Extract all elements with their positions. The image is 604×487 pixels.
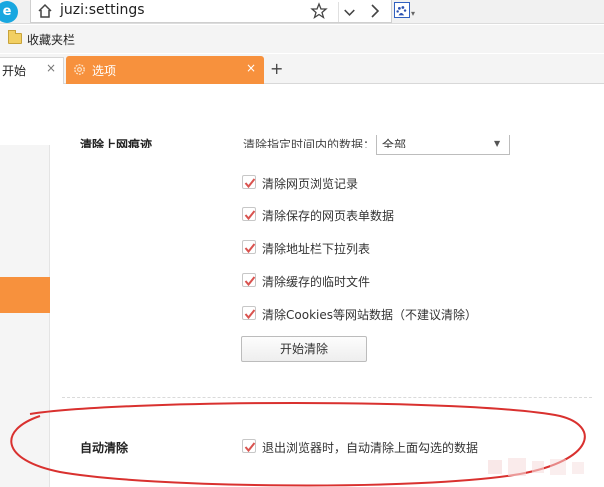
checkbox-form-data[interactable] [242, 207, 256, 221]
option-label: 清除网页浏览记录 [262, 177, 359, 191]
settings-sidebar [0, 145, 50, 487]
start-clear-button[interactable]: 开始清除 [241, 336, 367, 362]
watermark [488, 458, 584, 476]
checkmark-icon [244, 178, 256, 189]
tab-start-close-icon[interactable]: × [46, 61, 56, 75]
section-title-clear-history: 清除上网痕迹 [80, 138, 153, 148]
checkmark-icon [244, 210, 256, 221]
search-engine-icon[interactable] [394, 2, 410, 18]
checkbox-cookies[interactable] [242, 306, 256, 320]
checkbox-auto-clear-on-exit[interactable] [242, 439, 256, 453]
address-text[interactable]: juzi:settings [60, 2, 145, 18]
star-icon[interactable] [310, 2, 328, 20]
new-tab-button[interactable]: + [270, 59, 283, 78]
time-range-value[interactable]: 全部 [382, 137, 406, 148]
sidebar-item-active[interactable] [0, 277, 50, 313]
option-label: 清除地址栏下拉列表 [262, 242, 371, 256]
chevron-down-icon[interactable]: ▼ [494, 139, 500, 148]
checkmark-icon [244, 276, 256, 287]
checkmark-icon [244, 442, 256, 453]
section-title-auto-clear: 自动清除 [80, 441, 129, 455]
checkmark-icon [244, 243, 256, 254]
gear-icon [74, 64, 85, 75]
forward-icon[interactable] [366, 2, 384, 20]
home-icon[interactable] [36, 2, 54, 20]
checkbox-browsing-history[interactable] [242, 175, 256, 189]
time-range-label: 清除指定时间内的数据： [243, 138, 376, 148]
bookmark-favorites-bar[interactable]: 收藏夹栏 [27, 31, 75, 48]
option-label: 清除保存的网页表单数据 [262, 209, 395, 223]
checkmark-icon [244, 309, 256, 320]
section-divider [62, 397, 592, 398]
option-label: 清除Cookies等网站数据（不建议清除） [262, 308, 477, 322]
folder-icon[interactable] [8, 30, 22, 44]
tab-options-close-icon[interactable]: × [246, 61, 256, 75]
checkbox-temp-files[interactable] [242, 273, 256, 287]
bookmarks-bar [0, 25, 604, 53]
tab-start-label[interactable]: 开始 [2, 62, 26, 79]
chevron-down-icon[interactable] [338, 2, 360, 22]
option-label: 退出浏览器时，自动清除上面勾选的数据 [262, 441, 479, 455]
option-label: 清除缓存的临时文件 [262, 275, 371, 289]
tab-options-label[interactable]: 选项 [92, 62, 116, 79]
checkbox-address-bar-list[interactable] [242, 240, 256, 254]
search-engine-dropdown-icon[interactable]: ▾ [411, 9, 415, 18]
